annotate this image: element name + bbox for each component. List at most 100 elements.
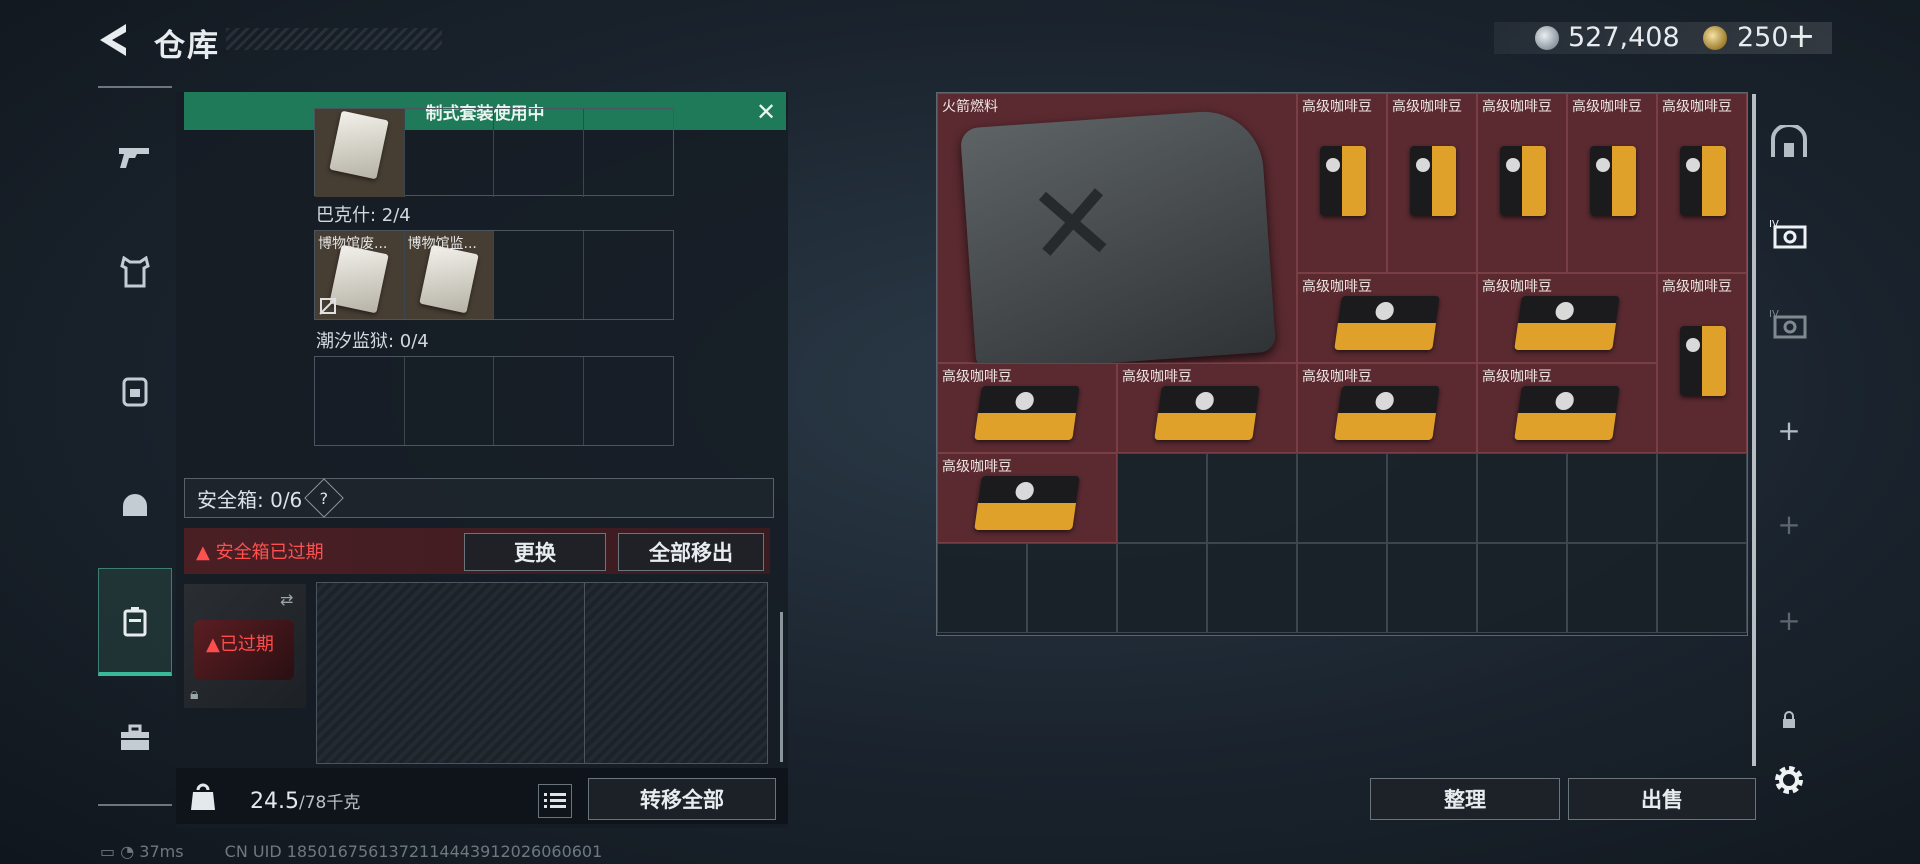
rocket-fuel-item[interactable]: ✕ 火箭燃料 [937,93,1297,373]
nav-armor[interactable] [98,218,172,326]
gear-icon [1775,766,1803,794]
add-storage-button[interactable]: + [1760,388,1818,472]
list-icon [544,793,566,808]
sort-button[interactable]: 整理 [1370,778,1560,820]
empty-slot[interactable] [494,231,584,319]
case-icon [123,606,147,636]
storage-grid: ✕ 火箭燃料 高级咖啡豆 高级咖啡豆 高级咖啡豆 高级咖啡豆 高级咖啡豆 高级咖… [936,92,1748,636]
swap-icon[interactable]: ⇄ [280,590,293,609]
storage-empty-cell[interactable] [1207,453,1297,543]
settings-button[interactable] [1760,738,1818,822]
storage-empty-cell[interactable] [1297,543,1387,633]
sell-button[interactable]: 出售 [1568,778,1756,820]
svg-text:IV: IV [1769,219,1779,230]
storage-empty-cell[interactable] [1387,453,1477,543]
list-view-button[interactable] [538,784,572,818]
weight-readout: 24.5/78千克 [250,788,360,814]
item-label: 火箭燃料 [942,99,998,115]
move-all-out-button[interactable]: 全部移出 [618,533,764,571]
help-button[interactable]: ? [304,478,345,518]
coffee-bean-item[interactable]: 高级咖啡豆 [1297,93,1387,273]
storage-empty-cell[interactable] [937,543,1027,633]
replace-button[interactable]: 更换 [464,533,606,571]
empty-slot[interactable] [584,357,674,445]
empty-slot[interactable] [494,109,584,197]
bond-amount: 250 [1737,22,1789,53]
storage-empty-cell[interactable] [1207,543,1297,633]
empty-slot[interactable] [315,357,405,445]
coffee-bean-item[interactable]: 高级咖啡豆 [1297,363,1477,453]
storage-page-icon: IV [1769,309,1807,339]
storage-scrollbar[interactable] [1752,94,1756,766]
add-currency-button[interactable]: + [1787,16,1816,56]
close-icon[interactable]: ✕ [752,98,780,126]
storage-empty-cell[interactable] [1117,453,1207,543]
coffee-bean-item[interactable]: 高级咖啡豆 [937,453,1117,543]
storage-empty-cell[interactable] [1477,453,1567,543]
coffee-bean-item[interactable]: 高级咖啡豆 [1117,363,1297,453]
wifi-icon: ◔ [120,842,135,861]
coin-amount: 527,408 [1568,22,1680,53]
back-button[interactable] [96,18,136,62]
item-label: 高级咖啡豆 [942,369,1012,385]
storage-empty-cell[interactable] [1387,543,1477,633]
empty-slot[interactable] [405,357,494,445]
empty-slot[interactable] [584,109,674,197]
coffee-bean-item[interactable]: 高级咖啡豆 [1657,273,1747,453]
warning-icon: ▲ [206,634,220,655]
safe-box-divider [584,582,585,764]
safe-box-label: 安全箱: 0/6 [197,487,303,512]
vest-icon [120,256,150,288]
coffee-bean-item[interactable]: 高级咖啡豆 [1477,273,1657,363]
nav-helmet[interactable] [98,452,172,560]
storage-page-2[interactable]: IV [1760,282,1818,366]
transfer-all-button[interactable]: 转移全部 [588,778,776,820]
coffee-bean-item[interactable]: 高级咖啡豆 [1297,273,1477,363]
svg-text:IV: IV [1769,309,1779,320]
storage-pages-sidebar: IV IV + + + [1760,92,1818,820]
coffee-bean-item[interactable]: 高级咖啡豆 [1477,93,1567,273]
item-label: 高级咖啡豆 [1482,99,1552,115]
weight-capacity: /78千克 [298,793,361,813]
back-arrow-icon [100,24,126,56]
storage-page-1[interactable]: IV [1760,192,1818,276]
storage-empty-cell[interactable] [1117,543,1207,633]
empty-slot[interactable] [584,231,674,319]
item-label: 博物馆监... [407,236,477,252]
toolbox-icon [121,724,149,750]
item-slot[interactable] [315,109,405,197]
coffee-bean-item[interactable]: 高级咖啡豆 [1387,93,1477,273]
nav-weapon[interactable] [98,104,172,212]
empty-slot[interactable] [405,109,494,197]
storage-empty-cell[interactable] [1657,543,1747,633]
loadout-row: 博物馆废... 博物馆监... [314,230,674,320]
lock-icon: 🔒︎ [190,684,199,703]
item-slot[interactable]: 博物馆废... [315,231,405,319]
warning-icon: ▲ [196,542,210,563]
coffee-bean-item[interactable]: 高级咖啡豆 [1477,363,1657,453]
coin-icon [1535,26,1559,50]
coffee-bean-item[interactable]: 高级咖啡豆 [1567,93,1657,273]
plus-icon: + [1777,413,1801,447]
storage-empty-cell[interactable] [1297,453,1387,543]
item-label: 高级咖啡豆 [1392,99,1462,115]
item-slot[interactable]: 博物馆监... [404,231,494,319]
weight-value: 24.5 [250,789,299,814]
backpack-icon [122,377,148,407]
nav-safe-case[interactable] [98,568,172,676]
storage-home-button[interactable] [1760,100,1818,184]
expired-badge-text: 已过期 [219,634,274,655]
loadout-scrollbar[interactable] [780,612,783,762]
no-insure-icon [319,297,337,315]
storage-empty-cell[interactable] [1027,543,1117,633]
nav-toolbox[interactable] [98,684,172,792]
storage-empty-cell[interactable] [1567,543,1657,633]
section-label: 巴克什: 2/4 [316,205,411,226]
storage-empty-cell[interactable] [1657,453,1747,543]
empty-slot[interactable] [494,357,584,445]
storage-empty-cell[interactable] [1567,453,1657,543]
coffee-bean-item[interactable]: 高级咖啡豆 [937,363,1117,453]
nav-backpack[interactable] [98,336,172,444]
storage-empty-cell[interactable] [1477,543,1567,633]
coffee-bean-item[interactable]: 高级咖啡豆 [1657,93,1747,273]
